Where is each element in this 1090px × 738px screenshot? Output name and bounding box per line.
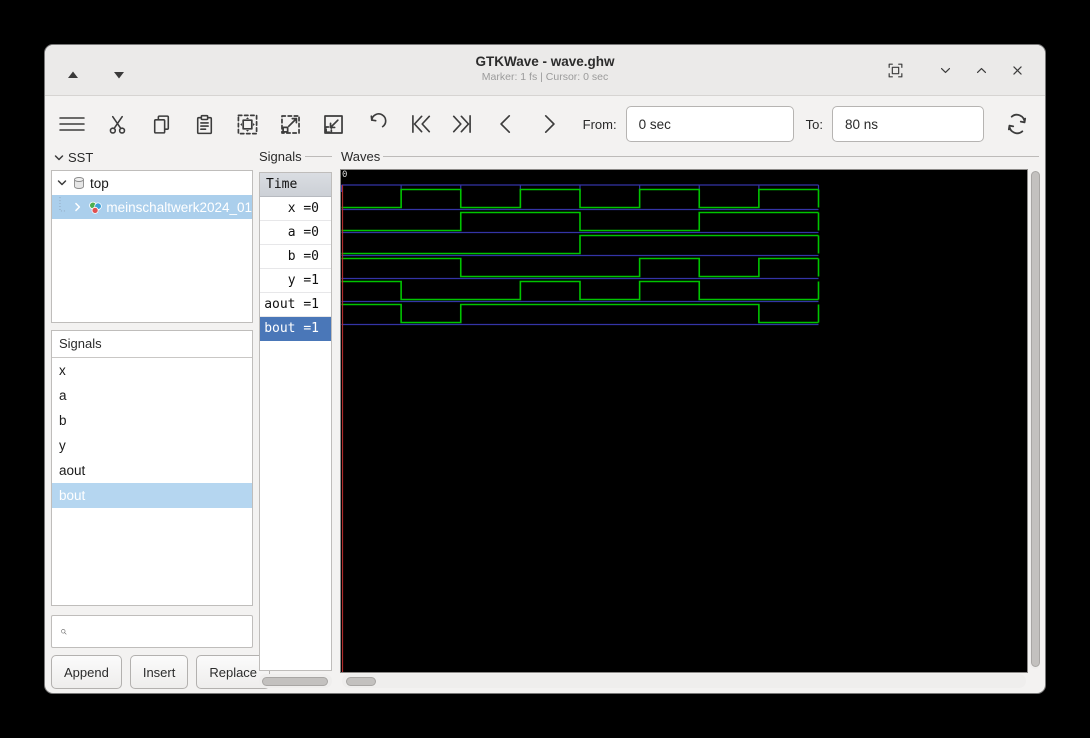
close-button[interactable] (1005, 58, 1029, 82)
sst-header[interactable]: SST (53, 150, 93, 165)
paste-button[interactable] (190, 107, 220, 141)
expand-arrow-icon (278, 112, 303, 137)
chevron-right-icon (537, 112, 561, 136)
go-to-start-button[interactable] (405, 107, 435, 141)
tree-item-top[interactable]: top (52, 171, 252, 195)
close-icon (1008, 61, 1027, 80)
copy-button[interactable] (147, 107, 177, 141)
zoom-out-full-button[interactable] (276, 107, 306, 141)
value-row[interactable]: b =0 (260, 245, 331, 269)
copy-icon (150, 113, 173, 136)
next-marker-button[interactable] (107, 63, 131, 87)
step-back-button[interactable] (491, 107, 521, 141)
facility-item[interactable]: x (52, 358, 252, 383)
value-row-selected[interactable]: bout =1 (260, 317, 331, 341)
fullscreen-button[interactable] (883, 58, 907, 82)
cut-button[interactable] (104, 107, 134, 141)
chevron-left-icon (494, 112, 518, 136)
sst-label: SST (68, 150, 93, 165)
signal-values-panel: Time x =0 a =0 b =0 y =1 aout =1 bout =1 (259, 172, 332, 671)
triangle-up-icon (67, 70, 79, 80)
minimize-button[interactable] (933, 58, 957, 82)
skip-to-end-icon (450, 112, 476, 136)
skip-to-start-icon (407, 112, 433, 136)
prev-marker-button[interactable] (61, 63, 85, 87)
waves-vscrollbar[interactable] (1030, 171, 1040, 669)
paste-clipboard-icon (193, 113, 216, 136)
timeline-start-label: 0 (342, 170, 347, 180)
search-input[interactable] (72, 623, 252, 640)
expander-right-icon (72, 201, 84, 213)
module-icon (88, 200, 103, 215)
go-to-end-button[interactable] (448, 107, 478, 141)
toolbar: From: To: (45, 96, 1045, 152)
reload-button[interactable] (1002, 107, 1032, 141)
sst-tree: top meinschaltwerk2024_01 (51, 170, 253, 323)
chevron-down-icon (936, 61, 955, 80)
fullscreen-icon (886, 61, 905, 80)
tree-connector (58, 197, 68, 217)
zoom-in-button[interactable] (319, 107, 349, 141)
tree-item-label: meinschaltwerk2024_01 (106, 200, 252, 215)
waves-hscrollbar[interactable] (342, 674, 1026, 688)
zoom-fit-button[interactable] (233, 107, 263, 141)
reload-icon (1004, 111, 1030, 137)
waveform-plot (341, 170, 1027, 672)
zoom-fit-icon (235, 112, 260, 137)
from-label: From: (583, 117, 617, 132)
triangle-down-icon (113, 70, 125, 80)
frame-line (383, 156, 1039, 157)
from-input[interactable] (626, 106, 794, 142)
facilities-panel: Signals x a b y aout bout (51, 330, 253, 606)
facility-item[interactable]: a (52, 383, 252, 408)
expander-down-icon (53, 152, 65, 164)
value-row[interactable]: aout =1 (260, 293, 331, 317)
facility-item[interactable]: aout (52, 458, 252, 483)
undo-arrow-icon (365, 112, 389, 136)
tree-item-module[interactable]: meinschaltwerk2024_01 (52, 195, 252, 219)
append-button[interactable]: Append (51, 655, 122, 689)
value-row[interactable]: x =0 (260, 197, 331, 221)
to-label: To: (806, 117, 823, 132)
tree-item-label: top (90, 176, 109, 191)
values-hscrollbar[interactable] (259, 674, 332, 688)
expander-down-icon (56, 177, 68, 189)
values-frame-header: Signals (259, 149, 332, 164)
facility-item-selected[interactable]: bout (52, 483, 252, 508)
titlebar[interactable]: GTKWave - wave.ghw Marker: 1 fs | Cursor… (45, 45, 1045, 96)
hamburger-menu-icon (57, 112, 87, 136)
undo-button[interactable] (362, 107, 392, 141)
list-action-buttons: Append Insert Replace (51, 655, 253, 689)
maximize-button[interactable] (969, 58, 993, 82)
database-icon (72, 176, 86, 190)
signal-search-box[interactable] (51, 615, 253, 648)
to-input[interactable] (832, 106, 984, 142)
facility-item[interactable]: y (52, 433, 252, 458)
shrink-arrow-icon (321, 112, 346, 137)
value-row[interactable]: a =0 (260, 221, 331, 245)
waves-frame-header: Waves (341, 149, 1039, 164)
facility-item[interactable]: b (52, 408, 252, 433)
insert-button[interactable]: Insert (130, 655, 189, 689)
search-icon (60, 622, 68, 642)
values-frame-label: Signals (259, 149, 302, 164)
time-header-row[interactable]: Time (260, 173, 331, 197)
menu-button[interactable] (57, 107, 87, 141)
waveform-canvas[interactable] (340, 169, 1028, 673)
facilities-header: Signals (52, 331, 252, 358)
scissors-icon (107, 113, 130, 136)
value-row[interactable]: y =1 (260, 269, 331, 293)
chevron-up-icon (972, 61, 991, 80)
gtkwave-window: GTKWave - wave.ghw Marker: 1 fs | Cursor… (44, 44, 1046, 694)
frame-line (305, 156, 332, 157)
step-forward-button[interactable] (534, 107, 564, 141)
waves-frame-label: Waves (341, 149, 380, 164)
